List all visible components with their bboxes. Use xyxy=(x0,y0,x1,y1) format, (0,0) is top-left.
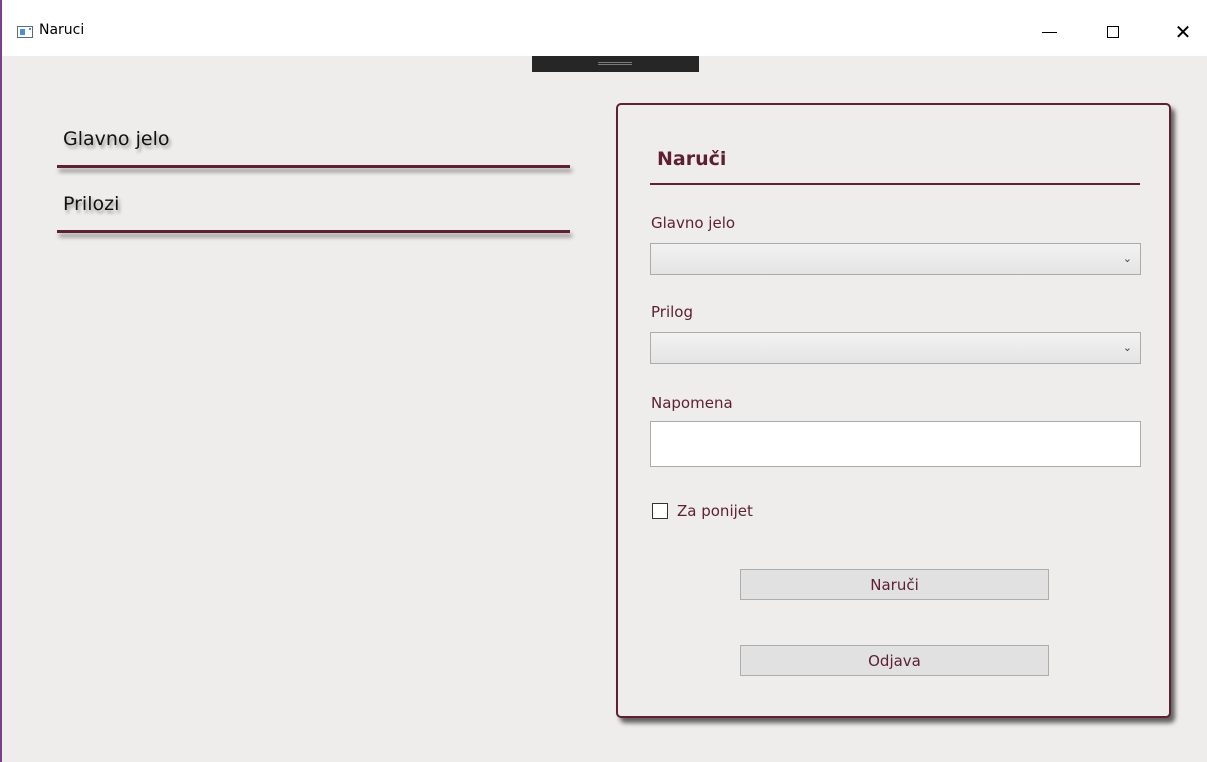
side-dish-label: Prilog xyxy=(651,303,693,321)
note-input[interactable] xyxy=(650,421,1141,467)
close-button[interactable]: ✕ xyxy=(1161,12,1205,52)
app-icon xyxy=(17,26,33,38)
title-bar[interactable]: Naruci ✕ xyxy=(2,0,1207,56)
chevron-down-icon: ⌄ xyxy=(1122,252,1132,265)
menu-underline xyxy=(57,230,570,233)
menu-item-label: Glavno jelo xyxy=(63,128,170,150)
menu-item-prilozi[interactable]: Prilozi xyxy=(57,193,570,233)
maximize-button[interactable] xyxy=(1091,12,1135,52)
drag-handle[interactable] xyxy=(532,56,699,72)
main-dish-dropdown[interactable]: ⌄ xyxy=(650,243,1141,275)
logout-button[interactable]: Odjava xyxy=(740,645,1049,676)
menu-item-glavno-jelo[interactable]: Glavno jelo xyxy=(57,128,570,168)
panel-title: Naruči xyxy=(657,148,727,170)
menu-underline xyxy=(57,165,570,168)
chevron-down-icon: ⌄ xyxy=(1122,341,1132,354)
close-icon: ✕ xyxy=(1174,20,1192,44)
grip-icon xyxy=(598,62,632,65)
takeaway-label: Za ponijet xyxy=(677,502,753,520)
app-window: Naruci ✕ Glavno jelo Prilozi Naruči Glav… xyxy=(0,0,1207,762)
window-title: Naruci xyxy=(39,22,85,38)
takeaway-checkbox-row[interactable]: Za ponijet xyxy=(652,501,753,521)
panel-title-divider xyxy=(650,183,1140,185)
takeaway-checkbox[interactable] xyxy=(652,503,668,519)
menu-item-label: Prilozi xyxy=(63,193,120,215)
minimize-icon xyxy=(1041,31,1057,33)
side-dish-dropdown[interactable]: ⌄ xyxy=(650,332,1141,364)
main-dish-label: Glavno jelo xyxy=(651,214,736,232)
minimize-button[interactable] xyxy=(1027,12,1071,52)
order-button[interactable]: Naruči xyxy=(740,569,1049,600)
maximize-icon xyxy=(1107,26,1119,38)
note-label: Napomena xyxy=(651,394,733,412)
order-panel: Naruči Glavno jelo ⌄ Prilog ⌄ Napomena Z… xyxy=(616,103,1171,718)
